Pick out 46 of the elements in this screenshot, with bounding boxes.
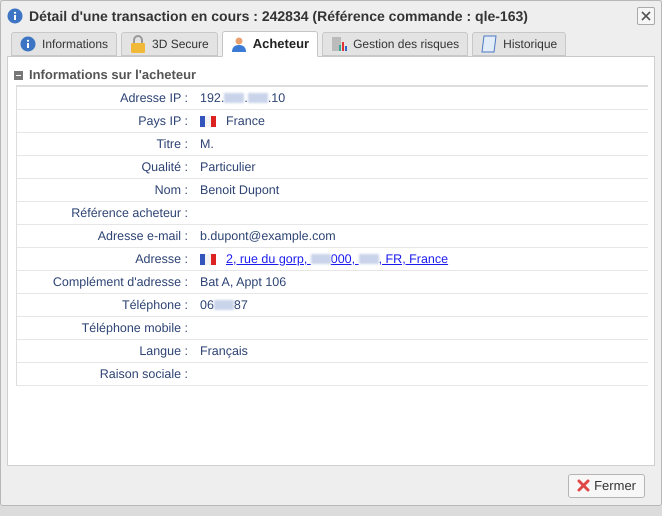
- field-label: Qualité :: [140, 158, 189, 176]
- scroll-icon: [481, 35, 498, 53]
- field-value: 06 87: [200, 296, 248, 314]
- section-title: Informations sur l'acheteur: [29, 66, 196, 84]
- tab[interactable]: Informations: [11, 32, 118, 56]
- tab[interactable]: 3D Secure: [121, 32, 218, 56]
- field-label: Raison sociale :: [98, 366, 189, 383]
- collapse-toggle[interactable]: [14, 70, 23, 80]
- field-value: Benoit Dupont: [200, 182, 280, 199]
- field-value: Particulier: [200, 158, 256, 176]
- field-label: Adresse e-mail :: [96, 228, 189, 245]
- field-label: Titre :: [156, 136, 189, 153]
- info-icon: [7, 8, 23, 24]
- redacted-block: [358, 254, 379, 264]
- padlock-icon: [130, 35, 146, 53]
- redacted-block: [214, 300, 234, 310]
- field-label: Adresse :: [134, 250, 189, 268]
- close-button[interactable]: [637, 7, 655, 25]
- redacted-block: [224, 93, 244, 104]
- field-value: b.dupont@example.com: [200, 228, 336, 245]
- redacted-block: [248, 93, 268, 104]
- field-value: France: [226, 112, 265, 130]
- user-icon: [230, 36, 247, 52]
- field-value: 192. . .10: [200, 90, 286, 107]
- redacted-block: [310, 254, 331, 264]
- close-dialog-button[interactable]: Fermer: [568, 474, 645, 498]
- field-value: M.: [200, 136, 214, 153]
- window-title: Détail d'une transaction en cours : 242834 (Référence commande : qle-163): [29, 6, 529, 26]
- field-label: Pays IP :: [137, 112, 189, 130]
- info-icon: [20, 36, 36, 52]
- field-label: Téléphone :: [120, 296, 189, 314]
- field-label: Référence acheteur :: [70, 204, 189, 222]
- field-label: Nom :: [154, 182, 189, 199]
- close-icon: [577, 479, 590, 492]
- tab[interactable]: Historique: [472, 32, 566, 56]
- field-label: Adresse IP :: [119, 90, 189, 107]
- field-label: Téléphone mobile :: [80, 320, 189, 337]
- tab[interactable]: Gestion des risques: [322, 32, 468, 56]
- field-label: Complément d'adresse :: [52, 274, 189, 291]
- field-label: Langue :: [138, 342, 189, 360]
- address-link[interactable]: 2, rue du gorp, 000, , FR, France: [226, 250, 448, 268]
- field-value: Français: [200, 342, 248, 360]
- close-icon: [641, 11, 651, 21]
- field-value: Bat A, Appt 106: [200, 274, 286, 291]
- tab[interactable]: Acheteur: [222, 31, 318, 57]
- chart-icon: [331, 36, 348, 52]
